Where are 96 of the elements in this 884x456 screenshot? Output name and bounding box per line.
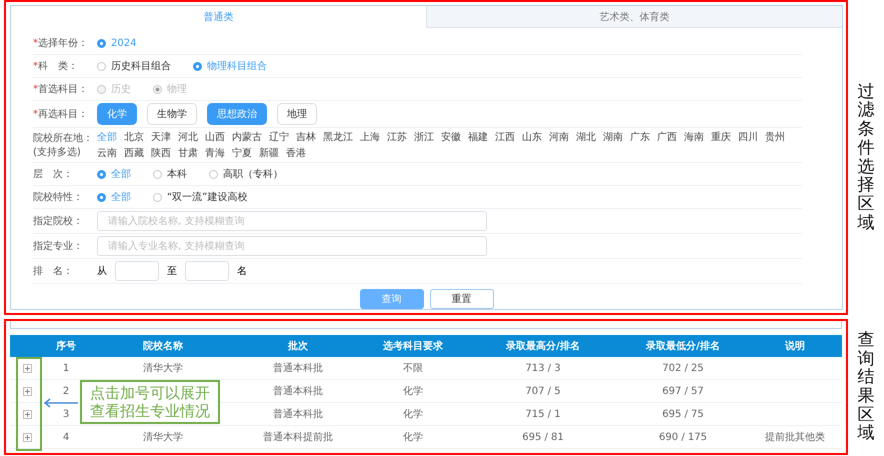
table-cell-text: 清华大学 <box>142 430 184 444</box>
radio-option[interactable]: 历史科目组合 <box>97 59 171 73</box>
table-cell-text: 普通本科批 <box>272 362 324 375</box>
province-link[interactable]: 海南 <box>684 130 704 144</box>
range-unit-label: 名 <box>237 265 247 278</box>
province-link[interactable]: 湖南 <box>603 130 623 144</box>
province-link[interactable]: 北京 <box>124 130 144 144</box>
province-link[interactable]: 吉林 <box>296 130 316 144</box>
tab[interactable]: 艺术类、体育类 <box>426 6 842 28</box>
subject-chip[interactable]: 生物学 <box>147 103 197 125</box>
table-cell-text: 1 <box>62 362 70 374</box>
field-note: (支持多选) <box>33 146 82 159</box>
table-cell-text: 普通本科提前批 <box>262 430 334 444</box>
province-link[interactable]: 浙江 <box>414 130 434 144</box>
table-cell-text: 4 <box>62 432 70 442</box>
region-label: 过滤条件选择区域 <box>858 82 874 232</box>
field-label: *首选科目： <box>33 82 89 96</box>
field-label: 排 名： <box>33 264 74 278</box>
province-link[interactable]: 江苏 <box>387 130 407 144</box>
expand-plus-icon[interactable] <box>22 432 32 442</box>
callout-arrow <box>43 398 79 408</box>
table-cell-text: 702 / 25 <box>661 362 705 374</box>
table-cell-text: 715 / 1 <box>524 408 562 420</box>
field-label: 院校所在地： <box>33 132 89 145</box>
province-link[interactable]: 江西 <box>495 130 515 144</box>
region-label: 查询结果区域 <box>858 330 874 444</box>
table-cell-text: 690 / 175 <box>658 432 708 442</box>
province-link[interactable]: 香港 <box>286 146 306 160</box>
province-link[interactable]: 贵州 <box>765 130 785 144</box>
range-from-label: 从 <box>97 264 107 278</box>
expand-plus-icon[interactable] <box>22 410 32 418</box>
table-cell-text: 695 / 81 <box>521 432 565 442</box>
province-link[interactable]: 辽宁 <box>269 130 289 144</box>
column-header: 院校名称 <box>142 340 184 353</box>
radio-option[interactable]: “双一流”建设高校 <box>153 190 248 204</box>
table-cell-text: 695 / 75 <box>661 408 705 420</box>
column-header: 说明 <box>784 340 806 353</box>
expand-plus-icon[interactable] <box>22 364 32 372</box>
radio-option[interactable]: 本科 <box>153 167 187 181</box>
province-link[interactable]: 天津 <box>151 130 171 144</box>
column-header: 选考科目要求 <box>382 340 444 353</box>
province-link[interactable]: 宁夏 <box>232 146 252 160</box>
province-link[interactable]: 西藏 <box>124 146 144 160</box>
field-label: *选择年份： <box>33 36 89 50</box>
province-link[interactable]: 新疆 <box>259 146 279 160</box>
range-to-label: 至 <box>167 265 177 278</box>
table-cell-text: 不限 <box>402 362 424 375</box>
search-field[interactable]: 请输入院校名称, 支持模糊查询 <box>97 211 487 231</box>
table-cell-text: 707 / 5 <box>524 386 562 396</box>
province-link[interactable]: 重庆 <box>711 130 731 144</box>
expand-plus-icon[interactable] <box>22 386 32 396</box>
column-header: 录取最低分/排名 <box>645 340 721 353</box>
table-cell-text: 普通本科批 <box>272 408 324 421</box>
rank-input-field[interactable] <box>115 261 159 281</box>
province-link[interactable]: 内蒙古 <box>232 130 262 144</box>
subject-chip[interactable]: 地理 <box>277 103 317 125</box>
province-link[interactable]: 河北 <box>178 130 198 144</box>
province-link[interactable]: 山西 <box>205 130 225 144</box>
radio-option[interactable]: 高职（专科） <box>209 167 283 181</box>
table-cell-text: 化学 <box>402 408 424 421</box>
column-header: 录取最高分/排名 <box>505 339 581 353</box>
table-cell-text: 提前批其他类 <box>764 430 826 444</box>
search-field[interactable]: 请输入专业名称, 支持模糊查询 <box>97 236 487 256</box>
column-header: 序号 <box>55 339 77 353</box>
field-label: 指定院校： <box>33 214 84 228</box>
province-link[interactable]: 广西 <box>657 130 677 144</box>
reset-button[interactable]: 重置 <box>430 289 494 309</box>
province-link[interactable]: 青海 <box>205 146 225 160</box>
field-label: 院校特性： <box>33 190 84 204</box>
field-label: *科 类： <box>33 60 79 73</box>
table-cell-text: 713 / 3 <box>524 362 562 374</box>
rank-input-field[interactable] <box>185 261 229 281</box>
callout-text: 点击加号可以展开查看招生专业情况 <box>90 384 210 420</box>
province-link[interactable]: 安徽 <box>441 130 461 144</box>
province-link[interactable]: 河南 <box>549 130 569 144</box>
table-cell-text: 普通本科批 <box>272 384 324 398</box>
table-cell-text: 697 / 57 <box>661 386 705 396</box>
table-cell-text: 2 <box>62 386 70 396</box>
province-link[interactable]: 上海 <box>360 130 380 144</box>
table-cell-text: 化学 <box>402 431 424 444</box>
province-link[interactable]: 陕西 <box>151 146 171 160</box>
table-cell-text: 清华大学 <box>142 362 184 375</box>
table-cell-text: 化学 <box>402 385 424 398</box>
province-link[interactable]: 广东 <box>630 130 650 144</box>
province-link[interactable]: 黑龙江 <box>323 130 353 144</box>
field-label: 指定专业： <box>33 240 84 253</box>
table-cell-text: 3 <box>62 408 70 420</box>
field-label: 层 次： <box>33 168 74 181</box>
field-label: *再选科目： <box>33 108 89 121</box>
province-link[interactable]: 四川 <box>738 130 758 144</box>
province-link[interactable]: 福建 <box>468 130 488 144</box>
province-link[interactable]: 湖北 <box>576 130 596 144</box>
province-link[interactable]: 山东 <box>522 130 542 144</box>
column-header: 批次 <box>286 340 309 353</box>
province-link[interactable]: 甘肃 <box>178 146 198 160</box>
province-link[interactable]: 云南 <box>97 146 117 160</box>
